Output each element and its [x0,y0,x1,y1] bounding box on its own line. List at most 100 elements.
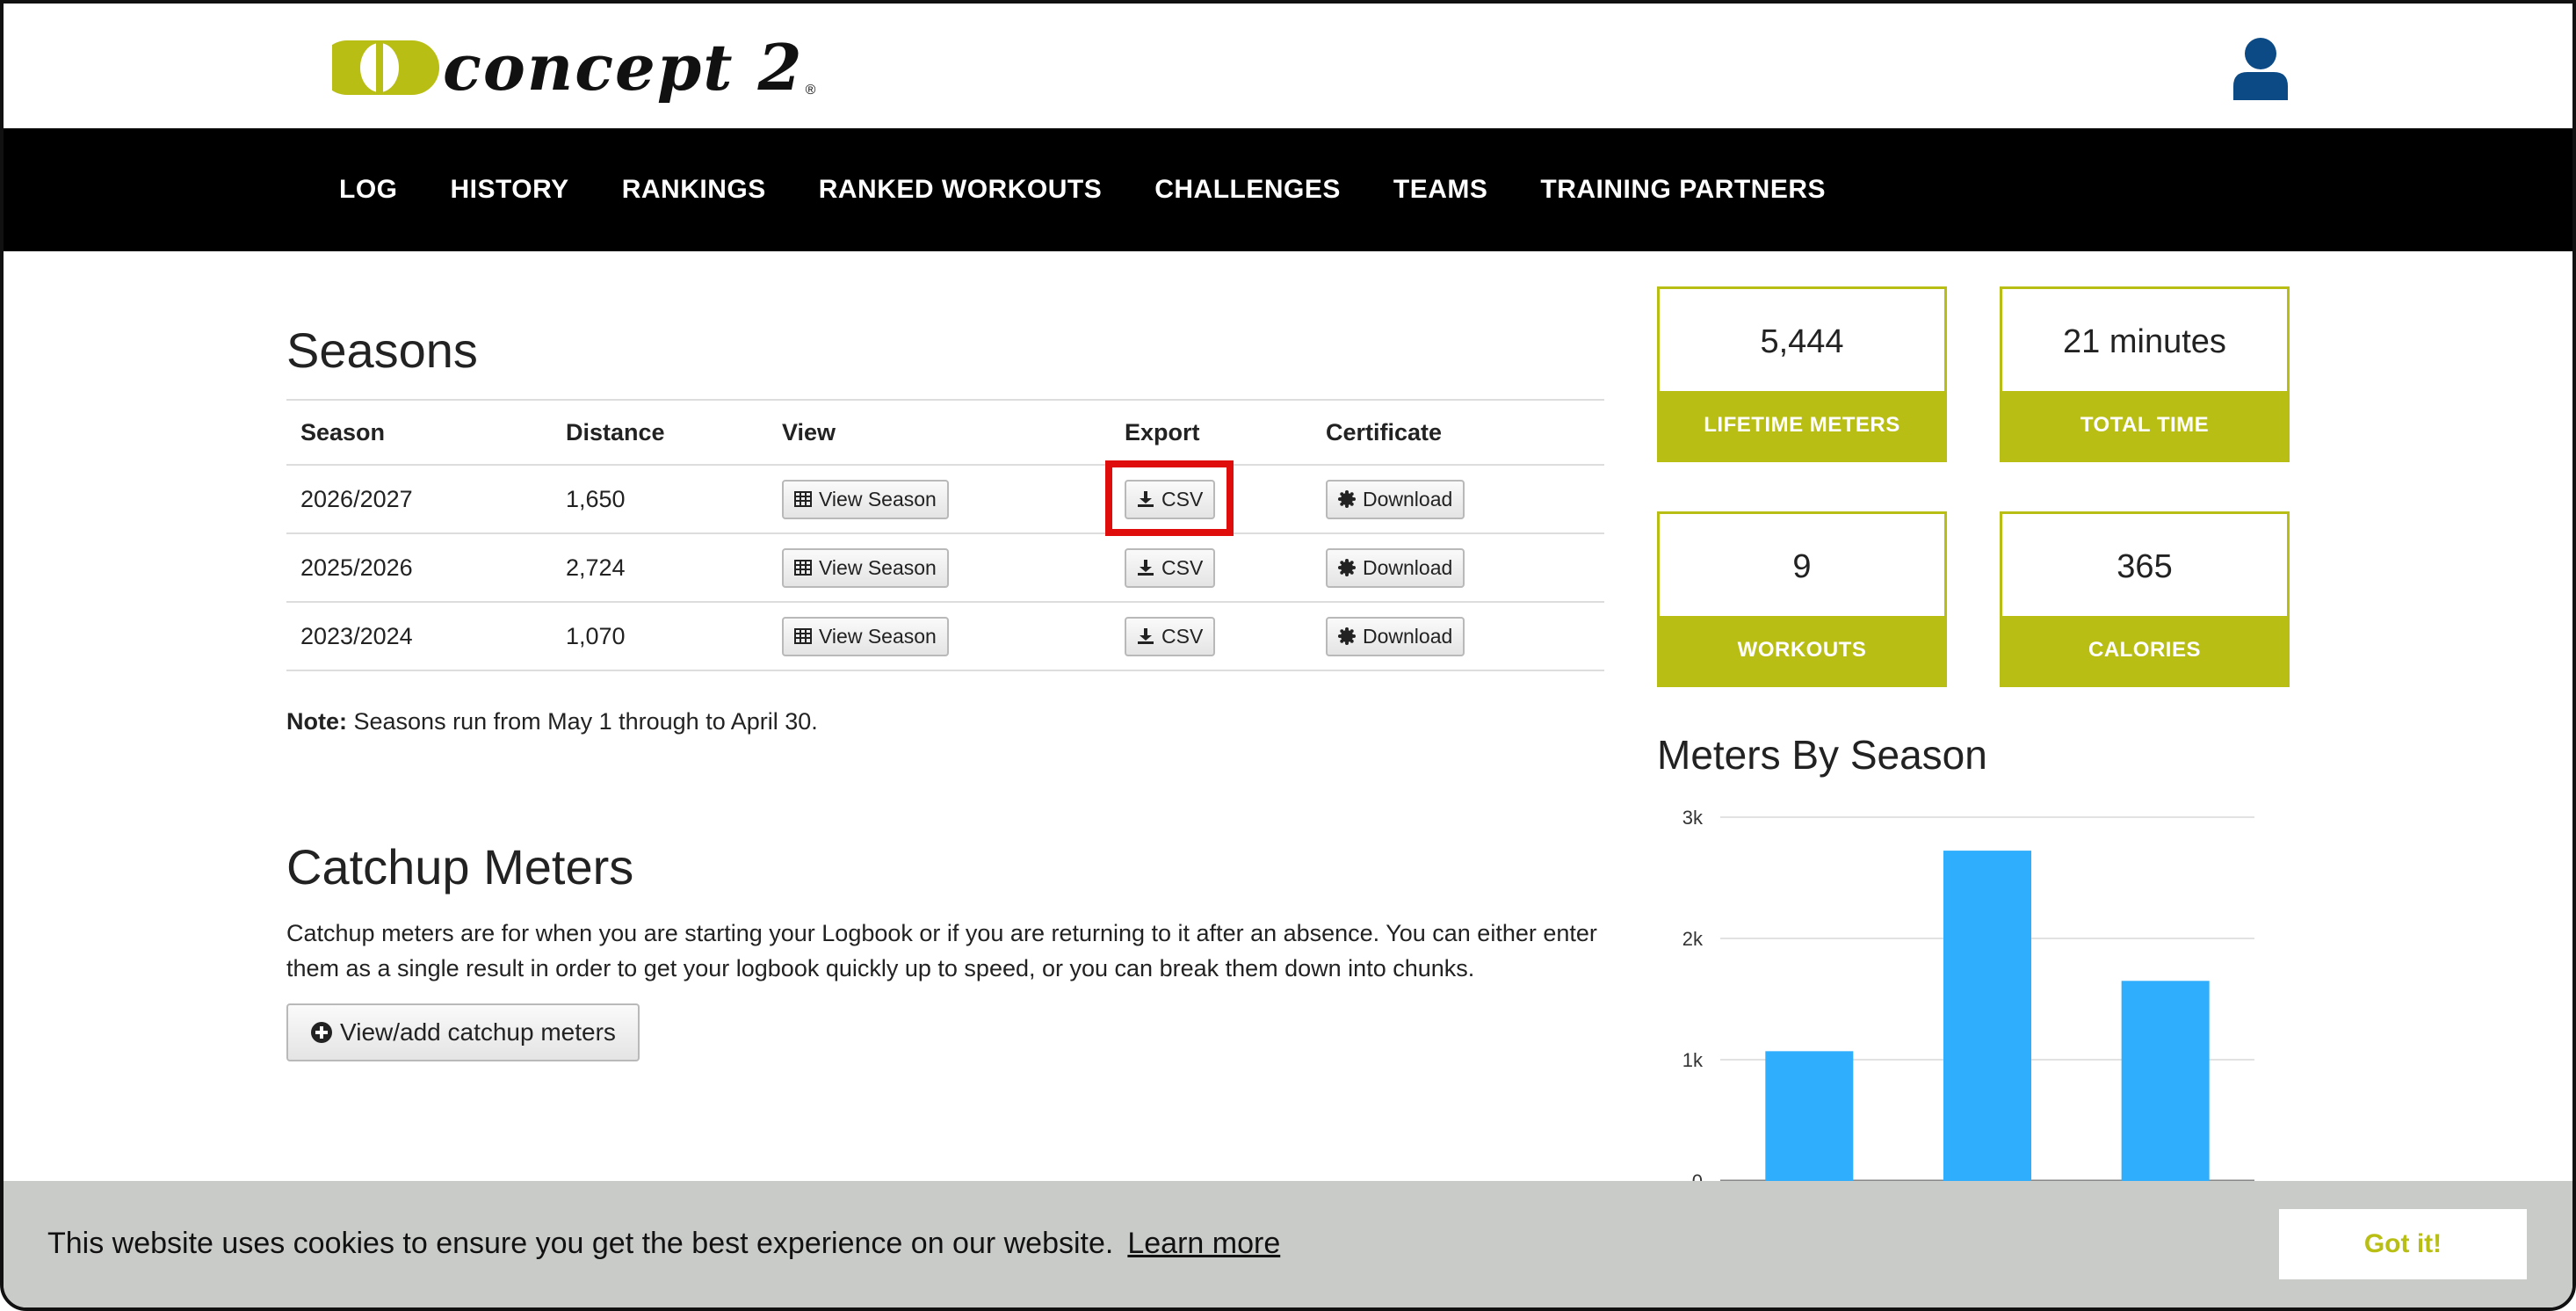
stat-label: TOTAL TIME [2002,391,2287,460]
table-icon [794,628,812,644]
certificate-cell: Download [1312,465,1604,534]
view-add-catchup-button[interactable]: View/add catchup meters [286,1003,640,1061]
seasons-title: Seasons [286,322,478,378]
view-season-label: View Season [819,487,937,511]
nav-items: LOG HISTORY RANKINGS RANKED WORKOUTS CHALLEN… [339,128,1878,251]
concept2-logo[interactable]: concept 2 ® [320,35,815,100]
view-season-label: View Season [819,555,937,579]
csv-label: CSV [1161,555,1204,579]
nav-item-teams[interactable]: TEAMS [1393,175,1488,205]
site-header: concept 2 ® [4,4,2572,127]
learn-more-link[interactable]: Learn more [1127,1227,1280,1260]
chart-y-tick-label: 1k [1682,1049,1704,1071]
nav-item-history[interactable]: HISTORY [451,175,569,205]
download-certificate-button[interactable]: Download [1326,547,1465,588]
table-icon [794,560,812,576]
user-account-icon[interactable] [2232,37,2290,100]
cookie-message: This website uses cookies to ensure you … [47,1227,1280,1261]
catchup-title: Catchup Meters [286,839,634,895]
stat-label: CALORIES [2002,616,2287,684]
col-header-certificate: Certificate [1312,399,1604,466]
view-cell: View Season [768,602,1111,671]
nav-item-challenges[interactable]: CHALLENGES [1154,175,1341,205]
seasons-note: Note: Seasons run from May 1 through to … [286,708,818,735]
certificate-icon [1338,559,1356,576]
plus-circle-icon [311,1022,333,1043]
export-csv-button[interactable]: CSV [1125,616,1216,656]
nav-item-ranked-workouts[interactable]: RANKED WORKOUTS [819,175,1103,205]
chart-y-tick-label: 2k [1682,928,1704,950]
view-cell: View Season [768,533,1111,603]
table-row: 2026/2027 1,650 View Season CSV Download [286,465,1604,534]
stat-value: 365 [2117,547,2173,585]
nav-item-log[interactable]: LOG [339,175,398,205]
certificate-cell: Download [1312,533,1604,603]
distance-cell: 1,070 [552,602,768,671]
download-label: Download [1363,555,1453,579]
certificate-icon [1338,627,1356,645]
chart-bar-1[interactable] [1943,851,2031,1181]
download-certificate-button[interactable]: Download [1326,616,1465,656]
export-cell: CSV [1111,602,1312,671]
stat-calories: 365 CALORIES [2000,511,2290,687]
download-label: Download [1363,624,1453,648]
stat-label: LIFETIME METERS [1660,391,1944,460]
view-season-button[interactable]: View Season [782,616,949,656]
season-cell: 2025/2026 [286,533,552,603]
col-header-view: View [768,399,1111,466]
stat-label: WORKOUTS [1660,616,1944,684]
table-row: 2025/2026 2,724 View Season CSV Download [286,533,1604,603]
seasons-table: Season Distance View Export Certificate … [286,399,1604,671]
col-header-export: Export [1111,399,1312,466]
chart-bar-0[interactable] [1765,1051,1854,1181]
concept2-logo-mark-icon [320,40,439,95]
download-icon [1138,628,1154,644]
view-cell: View Season [768,465,1111,534]
cookie-text: This website uses cookies to ensure you … [47,1227,1114,1260]
view-season-label: View Season [819,624,937,648]
meters-by-season-chart: 0 1k 2k 3k [1682,807,2254,1181]
seasons-table-header: Season Distance View Export Certificate [286,399,1604,466]
csv-label: CSV [1161,624,1204,648]
season-cell: 2023/2024 [286,602,552,671]
download-certificate-button[interactable]: Download [1326,479,1465,519]
table-row: 2023/2024 1,070 View Season CSV Download [286,602,1604,671]
logo-wordmark: concept 2 [443,30,804,105]
certificate-icon [1338,490,1356,508]
col-header-distance: Distance [552,399,768,466]
download-icon [1138,560,1154,576]
logo-registered-mark: ® [805,83,816,98]
stat-value: 9 [1792,547,1812,585]
cookie-banner: This website uses cookies to ensure you … [4,1181,2572,1307]
download-icon [1138,491,1154,507]
col-header-season: Season [286,399,552,466]
got-it-button[interactable]: Got it! [2279,1209,2527,1279]
chart-y-tick-label: 3k [1682,807,1704,829]
note-text: Seasons run from May 1 through to April … [347,708,818,735]
export-csv-button[interactable]: CSV [1125,547,1216,588]
nav-item-training-partners[interactable]: TRAINING PARTNERS [1540,175,1826,205]
nav-item-rankings[interactable]: RANKINGS [622,175,766,205]
note-label: Note: [286,708,347,735]
stat-value: 5,444 [1760,322,1844,360]
stat-lifetime-meters: 5,444 LIFETIME METERS [1657,286,1947,462]
export-cell: CSV [1111,533,1312,603]
export-csv-button[interactable]: CSV [1125,479,1216,519]
view-season-button[interactable]: View Season [782,479,949,519]
catchup-description: Catchup meters are for when you are star… [286,920,1597,981]
chart-bar-2[interactable] [2121,981,2210,1181]
certificate-cell: Download [1312,602,1604,671]
main-nav: LOG HISTORY RANKINGS RANKED WORKOUTS CHALLEN… [4,128,2572,251]
view-season-button[interactable]: View Season [782,547,949,588]
csv-label: CSV [1161,487,1204,511]
distance-cell: 1,650 [552,465,768,534]
download-label: Download [1363,487,1453,511]
distance-cell: 2,724 [552,533,768,603]
chart-title: Meters By Season [1657,732,1987,778]
stat-total-time: 21 minutes TOTAL TIME [2000,286,2290,462]
stat-workouts: 9 WORKOUTS [1657,511,1947,687]
catchup-button-label: View/add catchup meters [340,1018,616,1046]
stat-value: 21 minutes [2063,322,2226,360]
export-cell: CSV [1111,465,1312,534]
table-icon [794,491,812,507]
